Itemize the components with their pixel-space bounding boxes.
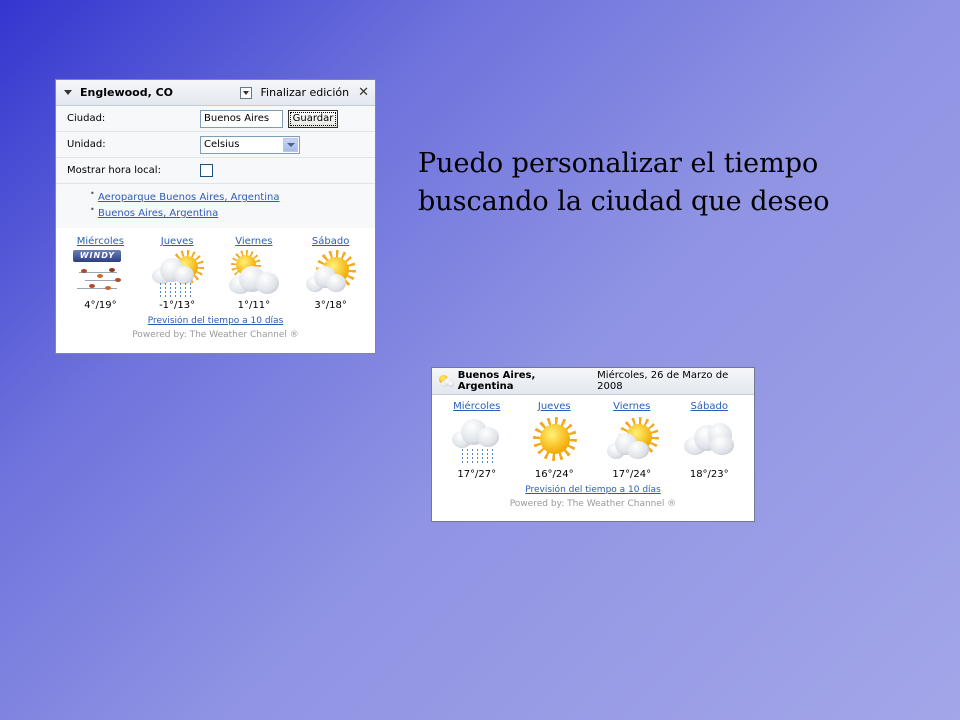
partly-sunny-small-icon: [438, 375, 454, 387]
unit-select-value: Celsius: [204, 139, 240, 150]
temperature-range: 3°/18°: [314, 300, 347, 311]
chevron-down-icon[interactable]: [283, 137, 298, 152]
search-result-item[interactable]: Buenos Aires, Argentina: [90, 205, 375, 224]
widget-menu-dropdown-icon[interactable]: [239, 86, 252, 99]
temperature-range: 17°/27°: [457, 469, 497, 480]
day-link[interactable]: Viernes: [613, 401, 650, 415]
city-row: Ciudad: Guardar: [56, 106, 375, 132]
forecast-day: Miércoles WINDY 4°/19°: [65, 236, 135, 314]
unit-row: Unidad: Celsius: [56, 132, 375, 158]
forecast-day: Jueves 16°/24°: [519, 401, 589, 483]
widget-city-title: Englewood, CO: [80, 86, 174, 99]
day-link[interactable]: Miércoles: [77, 236, 124, 250]
temperature-range: 1°/11°: [237, 300, 271, 311]
weather-widget-result: Buenos Aires, Argentina Miércoles, 26 de…: [431, 367, 755, 522]
unit-label: Unidad:: [67, 139, 106, 150]
day-link[interactable]: Jueves: [161, 236, 194, 250]
forecast-day: Viernes 17°/24°: [597, 401, 667, 483]
finish-editing-link[interactable]: Finalizar edición: [261, 86, 350, 99]
unit-select[interactable]: Celsius: [200, 135, 300, 154]
slide-caption: Puedo personalizar el tiempo buscando la…: [418, 148, 830, 217]
partly-sunny-icon: [605, 415, 659, 467]
cloudy-sun-icon: [227, 250, 281, 298]
temperature-range: 4°/19°: [84, 300, 117, 311]
collapse-caret-icon[interactable]: [64, 90, 72, 95]
widget-header: Englewood, CO Finalizar edición ✕: [56, 80, 375, 106]
sunny-icon: [527, 415, 581, 467]
temperature-range: 16°/24°: [534, 469, 574, 480]
day-link[interactable]: Miércoles: [453, 401, 500, 415]
powered-by-text: Powered by: The Weather Channel ®: [132, 330, 299, 340]
forecast-day: Miércoles 17°/27°: [442, 401, 512, 483]
close-icon[interactable]: ✕: [358, 85, 369, 100]
city-search-results: Aeroparque Buenos Aires, Argentina Bueno…: [56, 184, 375, 228]
forecast-row: Miércoles 17°/27° Jueves 16°/24° Viernes: [432, 401, 754, 483]
powered-by-text: Powered by: The Weather Channel ®: [509, 499, 677, 509]
windy-badge: WINDY: [73, 250, 122, 262]
local-time-label: Mostrar hora local:: [67, 165, 161, 176]
city-label: Ciudad:: [67, 113, 106, 124]
city-input[interactable]: [200, 109, 283, 128]
local-time-row: Mostrar hora local:: [56, 158, 375, 184]
save-button[interactable]: Guardar: [288, 109, 338, 128]
cloudy-icon: [682, 415, 736, 467]
temperature-range: 18°/23°: [689, 469, 729, 480]
search-result-item[interactable]: Aeroparque Buenos Aires, Argentina: [90, 189, 375, 208]
windy-icon: WINDY: [73, 250, 127, 298]
rain-icon: [450, 415, 504, 467]
ten-day-forecast-link[interactable]: Previsión del tiempo a 10 días: [56, 316, 375, 326]
partly-sunny-icon: [304, 250, 358, 298]
temperature-range: -1°/13°: [159, 300, 196, 311]
forecast-day: Sábado 18°/23°: [674, 401, 744, 483]
weather-widget-edit: Englewood, CO Finalizar edición ✕ Ciudad…: [55, 79, 376, 354]
local-time-checkbox[interactable]: [200, 164, 213, 177]
rain-partly-sunny-icon: [150, 250, 205, 298]
ten-day-forecast-link[interactable]: Previsión del tiempo a 10 días: [432, 485, 754, 495]
forecast-day: Sábado 3°/18°: [296, 236, 366, 314]
day-link[interactable]: Sábado: [691, 401, 728, 415]
widget-settings-form: Ciudad: Guardar Unidad: Celsius Mostrar …: [56, 106, 375, 228]
forecast-row: Miércoles WINDY 4°/19° Jueves -1°/13° Vi…: [56, 236, 375, 314]
day-link[interactable]: Sábado: [312, 236, 349, 250]
forecast-day: Viernes 1°/11°: [219, 236, 289, 314]
day-link[interactable]: Jueves: [538, 401, 571, 415]
temperature-range: 17°/24°: [612, 469, 652, 480]
widget-header: Buenos Aires, Argentina Miércoles, 26 de…: [432, 368, 754, 395]
day-link[interactable]: Viernes: [235, 236, 272, 250]
widget-city-title: Buenos Aires, Argentina: [457, 370, 536, 392]
forecast-day: Jueves -1°/13°: [142, 236, 212, 314]
widget-date: Miércoles, 26 de Marzo de 2008: [597, 370, 729, 392]
